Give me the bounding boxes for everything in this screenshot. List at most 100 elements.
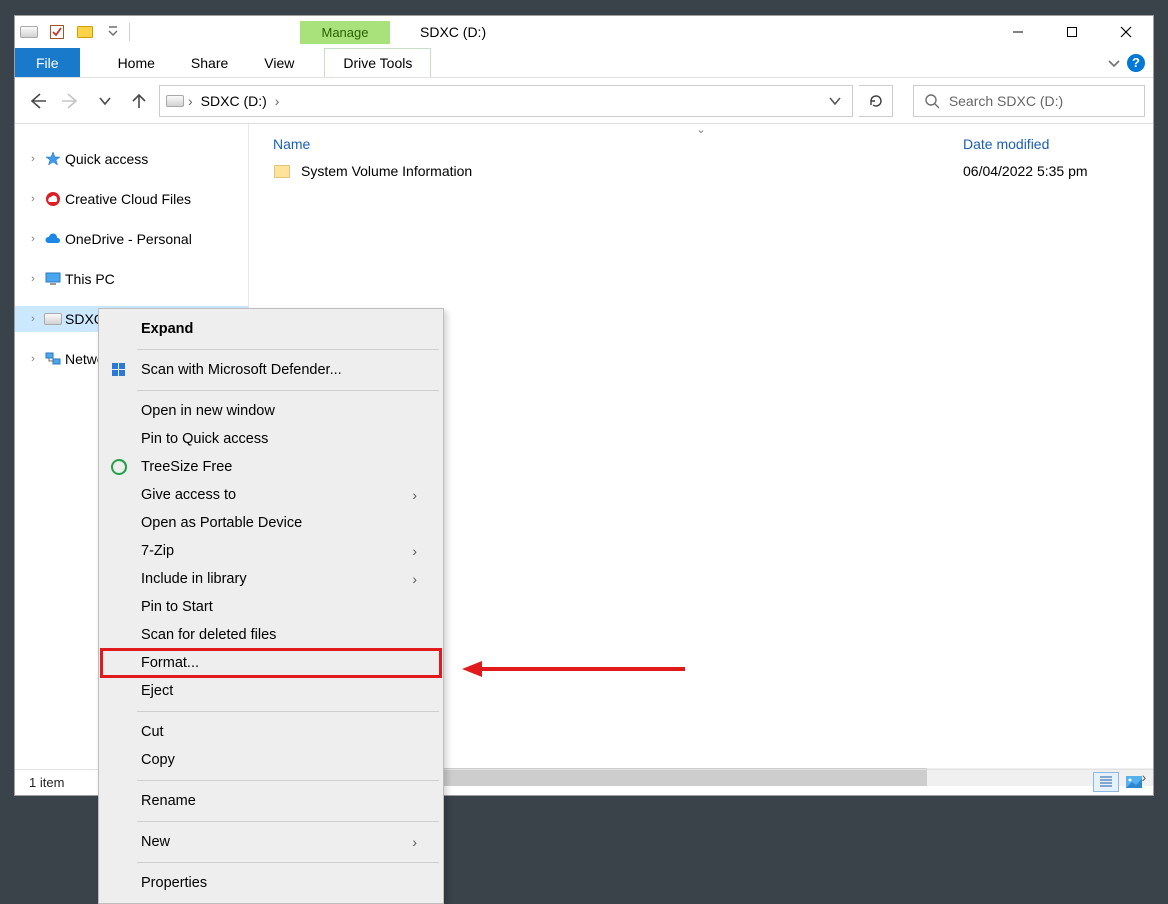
manage-context-tab[interactable]: Manage (300, 21, 390, 44)
thumbnails-icon (1126, 776, 1142, 788)
drive-icon (44, 313, 62, 325)
navigation-row: › SDXC (D:) › (15, 78, 1153, 124)
shield-icon (109, 360, 129, 380)
maximize-button[interactable] (1045, 16, 1099, 48)
details-view-button[interactable] (1093, 772, 1119, 792)
chevron-down-icon (99, 95, 111, 107)
ctx-give-access[interactable]: Give access to› (101, 481, 441, 509)
ctx-eject[interactable]: Eject (101, 677, 441, 705)
ctx-pin-quick-access[interactable]: Pin to Quick access (101, 425, 441, 453)
address-dropdown-button[interactable] (818, 86, 852, 116)
arrow-right-icon (62, 92, 80, 110)
submenu-arrow-icon: › (412, 543, 417, 559)
refresh-icon (868, 93, 884, 109)
qat-drive-button[interactable] (15, 16, 43, 48)
ctx-cut[interactable]: Cut (101, 718, 441, 746)
expand-icon[interactable]: › (25, 353, 41, 365)
tab-share[interactable]: Share (173, 48, 246, 77)
ctx-pin-start[interactable]: Pin to Start (101, 593, 441, 621)
ribbon-tabs: File Home Share View Drive Tools ? (15, 48, 1153, 78)
title-bar: Manage SDXC (D:) (15, 16, 1153, 48)
folder-icon (274, 165, 290, 178)
tree-creative-cloud[interactable]: › Creative Cloud Files (15, 186, 248, 212)
recent-locations-button[interactable] (91, 88, 119, 114)
ctx-new[interactable]: New› (101, 828, 441, 856)
expand-icon[interactable]: › (25, 233, 41, 245)
back-button[interactable] (23, 88, 51, 114)
crumb-sdxc[interactable]: SDXC (D:) (197, 93, 271, 109)
pc-icon (43, 272, 63, 286)
status-text: 1 item (29, 775, 64, 790)
ctx-include-library[interactable]: Include in library› (101, 565, 441, 593)
file-date: 06/04/2022 5:35 pm (963, 163, 1153, 179)
drive-icon (20, 26, 38, 38)
arrow-left-icon (28, 92, 46, 110)
col-date[interactable]: Date modified (963, 136, 1153, 152)
search-input[interactable] (939, 86, 1134, 116)
address-bar[interactable]: › SDXC (D:) › (159, 85, 853, 117)
ctx-open-new-window[interactable]: Open in new window (101, 397, 441, 425)
col-name[interactable]: Name (273, 136, 963, 152)
forward-button[interactable] (57, 88, 85, 114)
chevron-down-icon (108, 26, 118, 38)
refresh-button[interactable] (859, 85, 893, 117)
qat-folder-button[interactable] (71, 16, 99, 48)
ctx-treesize[interactable]: TreeSize Free (101, 453, 441, 481)
annotation-arrow (460, 657, 690, 681)
expand-icon[interactable]: › (25, 193, 41, 205)
tab-file[interactable]: File (15, 48, 80, 77)
minimize-button[interactable] (991, 16, 1045, 48)
thumbnails-view-button[interactable] (1121, 772, 1147, 792)
drive-icon (166, 95, 184, 107)
expand-icon[interactable]: › (25, 153, 41, 165)
close-icon (1120, 26, 1132, 38)
search-box[interactable] (913, 85, 1145, 117)
tree-label: Quick access (65, 151, 148, 167)
submenu-arrow-icon: › (412, 487, 417, 503)
chevron-down-icon (829, 95, 841, 107)
chevron-right-icon[interactable]: › (184, 93, 197, 109)
file-row[interactable]: System Volume Information 06/04/2022 5:3… (249, 156, 1153, 186)
tab-drive-tools[interactable]: Drive Tools (324, 48, 431, 77)
tree-quick-access[interactable]: › Quick access (15, 146, 248, 172)
window-title: SDXC (D:) (420, 24, 486, 40)
network-icon (43, 352, 63, 366)
tree-label: OneDrive - Personal (65, 231, 192, 247)
qat-checkbox-button[interactable] (43, 16, 71, 48)
ctx-defender[interactable]: Scan with Microsoft Defender... (101, 356, 441, 384)
chevron-down-icon[interactable]: ⌄ (696, 123, 705, 136)
quick-access-toolbar (15, 16, 134, 48)
ribbon-collapse-icon[interactable] (1107, 56, 1121, 70)
ctx-expand[interactable]: Expand (101, 315, 441, 343)
cloud-icon (43, 232, 63, 246)
ctx-copy[interactable]: Copy (101, 746, 441, 774)
details-icon (1099, 776, 1113, 788)
checkbox-icon (49, 24, 65, 40)
tab-home[interactable]: Home (100, 48, 173, 77)
qat-overflow-button[interactable] (99, 16, 127, 48)
ctx-scan-deleted[interactable]: Scan for deleted files (101, 621, 441, 649)
tab-view[interactable]: View (246, 48, 312, 77)
expand-icon[interactable]: › (25, 313, 41, 325)
tree-this-pc[interactable]: › This PC (15, 266, 248, 292)
expand-icon[interactable]: › (25, 273, 41, 285)
creative-cloud-icon (43, 191, 63, 207)
tree-onedrive[interactable]: › OneDrive - Personal (15, 226, 248, 252)
qat-divider (127, 23, 130, 41)
search-icon (924, 93, 939, 109)
arrow-up-icon (131, 92, 147, 110)
ctx-7zip[interactable]: 7-Zip› (101, 537, 441, 565)
up-button[interactable] (125, 88, 153, 114)
ctx-format[interactable]: Format... (101, 649, 441, 677)
close-button[interactable] (1099, 16, 1153, 48)
maximize-icon (1066, 26, 1078, 38)
submenu-arrow-icon: › (412, 834, 417, 850)
ctx-rename[interactable]: Rename (101, 787, 441, 815)
ctx-properties[interactable]: Properties (101, 869, 441, 897)
chevron-right-icon[interactable]: › (271, 93, 284, 109)
star-icon (43, 151, 63, 167)
ctx-portable-device[interactable]: Open as Portable Device (101, 509, 441, 537)
help-button[interactable]: ? (1127, 54, 1145, 72)
tree-label: Creative Cloud Files (65, 191, 191, 207)
treesize-icon (109, 457, 129, 477)
